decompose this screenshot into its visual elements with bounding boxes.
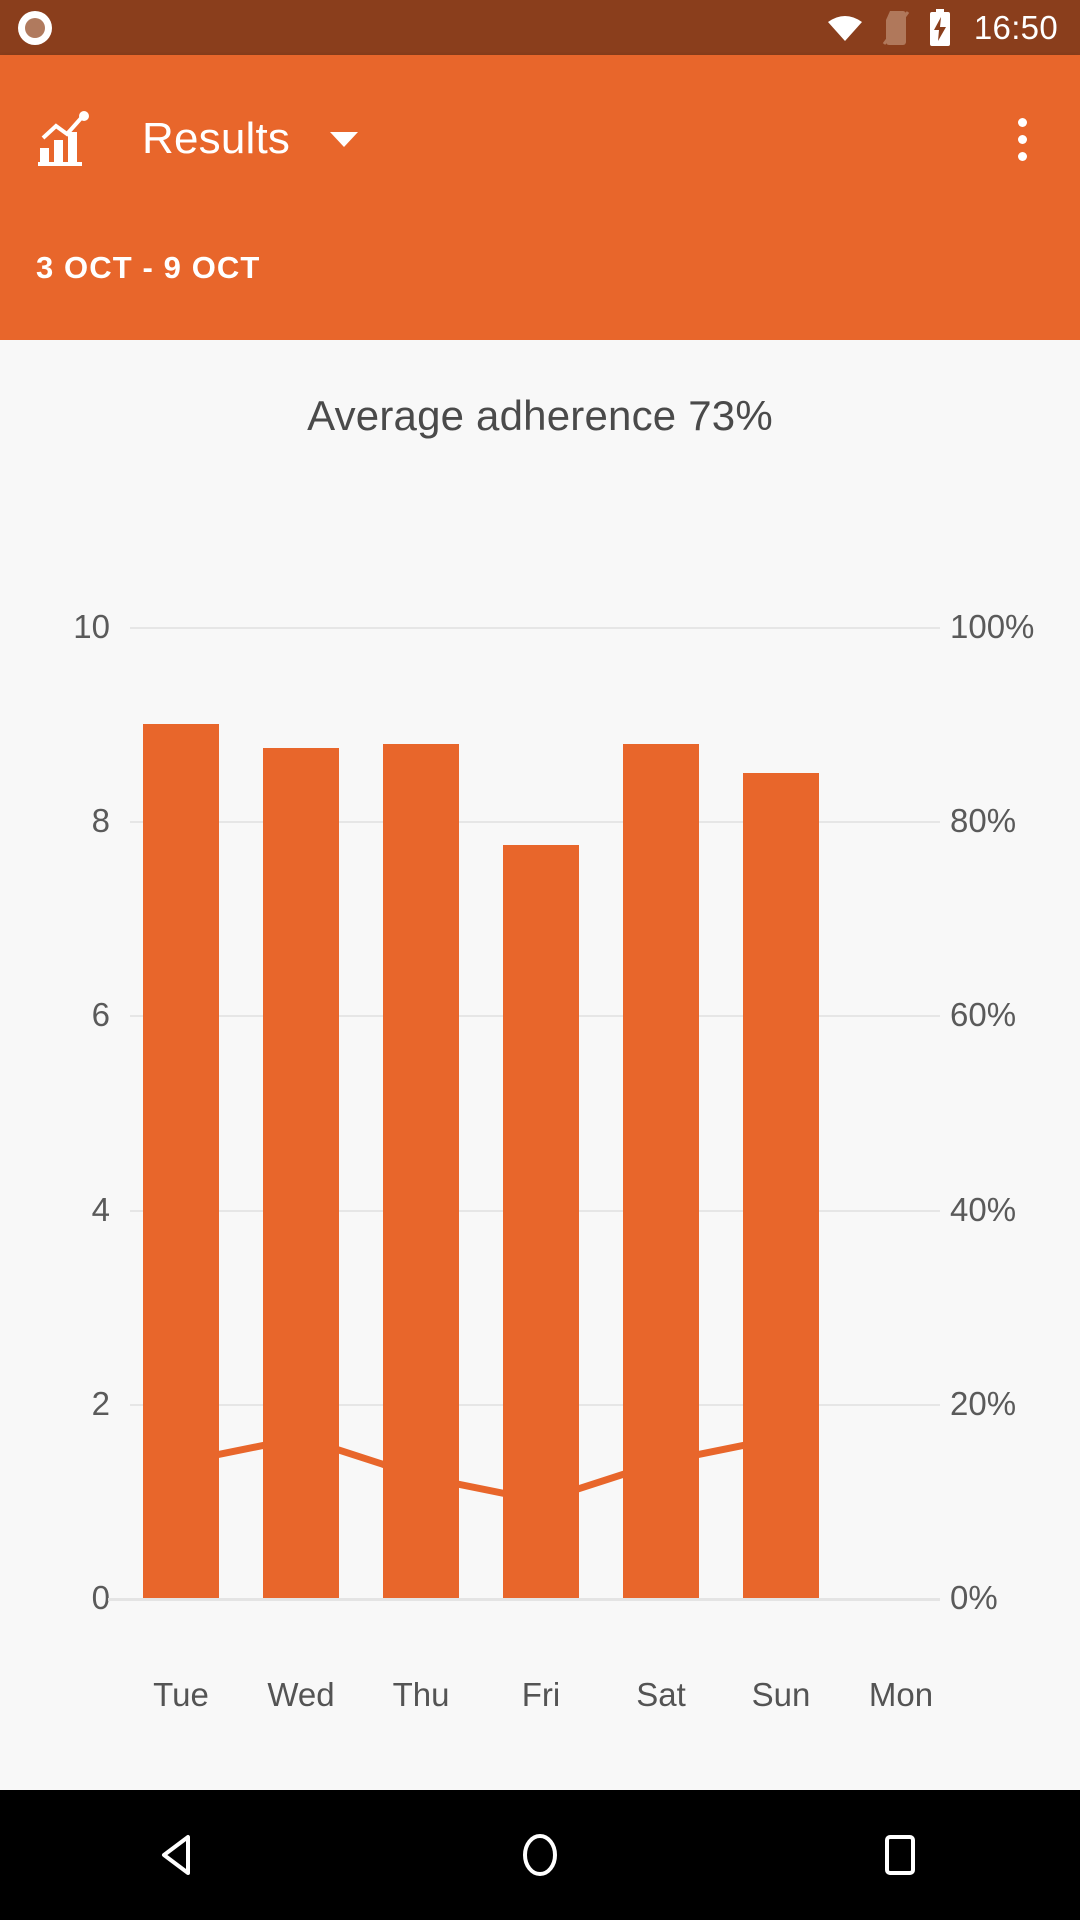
adherence-chart[interactable]: 0 2 4 6 8 10 0% 20% 40% 60% 80% 100% Tue Wed Thu Fri Sat… [0, 340, 1080, 1790]
recents-square-icon[interactable] [840, 1795, 960, 1915]
y-axis-tick-right: 60% [950, 996, 1017, 1034]
y-axis-tick-left: 6 [91, 996, 110, 1034]
app-bar-title[interactable]: Results [142, 117, 290, 161]
app-bar-row: Results [0, 55, 1080, 223]
back-triangle-icon[interactable] [120, 1795, 240, 1915]
date-range-label[interactable]: 3 OCT - 9 OCT [36, 250, 260, 286]
y-axis-tick-right: 40% [950, 1190, 1017, 1228]
chart-bar[interactable] [503, 845, 579, 1598]
wifi-icon [827, 15, 862, 41]
bar-chart-trend-icon [38, 111, 89, 166]
y-axis-tick-right: 0% [950, 1579, 998, 1616]
y-axis-tick-right: 20% [950, 1384, 1017, 1422]
y-axis-tick-right: 80% [950, 802, 1017, 840]
battery-charging-icon [929, 8, 950, 46]
android-nav-bar [0, 1790, 1080, 1920]
gridline [130, 627, 940, 629]
no-sim-card-icon [882, 10, 910, 45]
status-bar-right: 16:50 [826, 8, 1058, 47]
status-bar-left [18, 10, 52, 45]
record-dot-icon [18, 10, 52, 45]
app-screen: 16:50 Results 3 OCT - 9 OCT Average adhe… [0, 0, 1080, 1920]
y-axis-tick-left: 10 [73, 608, 110, 645]
y-axis-tick-right: 100% [950, 608, 1035, 645]
status-bar-clock: 16:50 [973, 9, 1058, 46]
results-content: Average adherence 73% 0 2 4 6 8 10 0% 20% 40% 60%… [0, 340, 1080, 1790]
chart-bar[interactable] [143, 724, 219, 1598]
x-axis-baseline [108, 1598, 940, 1601]
y-axis-tick-left: 8 [91, 802, 110, 840]
chart-bar[interactable] [383, 743, 459, 1598]
y-axis-tick-left: 0 [91, 1579, 110, 1616]
more-vertical-icon[interactable] [994, 111, 1050, 167]
x-axis-tick-label: Mon [868, 1676, 934, 1713]
status-bar: 16:50 [0, 0, 1080, 55]
home-circle-icon[interactable] [480, 1795, 600, 1915]
chart-bar[interactable] [623, 743, 699, 1598]
chevron-down-icon[interactable] [330, 131, 359, 147]
chart-bar[interactable] [263, 748, 339, 1598]
y-axis-tick-left: 2 [91, 1384, 110, 1422]
y-axis-tick-left: 4 [91, 1190, 110, 1228]
app-bar: Results 3 OCT - 9 OCT [0, 55, 1080, 340]
chart-bar[interactable] [743, 772, 819, 1598]
